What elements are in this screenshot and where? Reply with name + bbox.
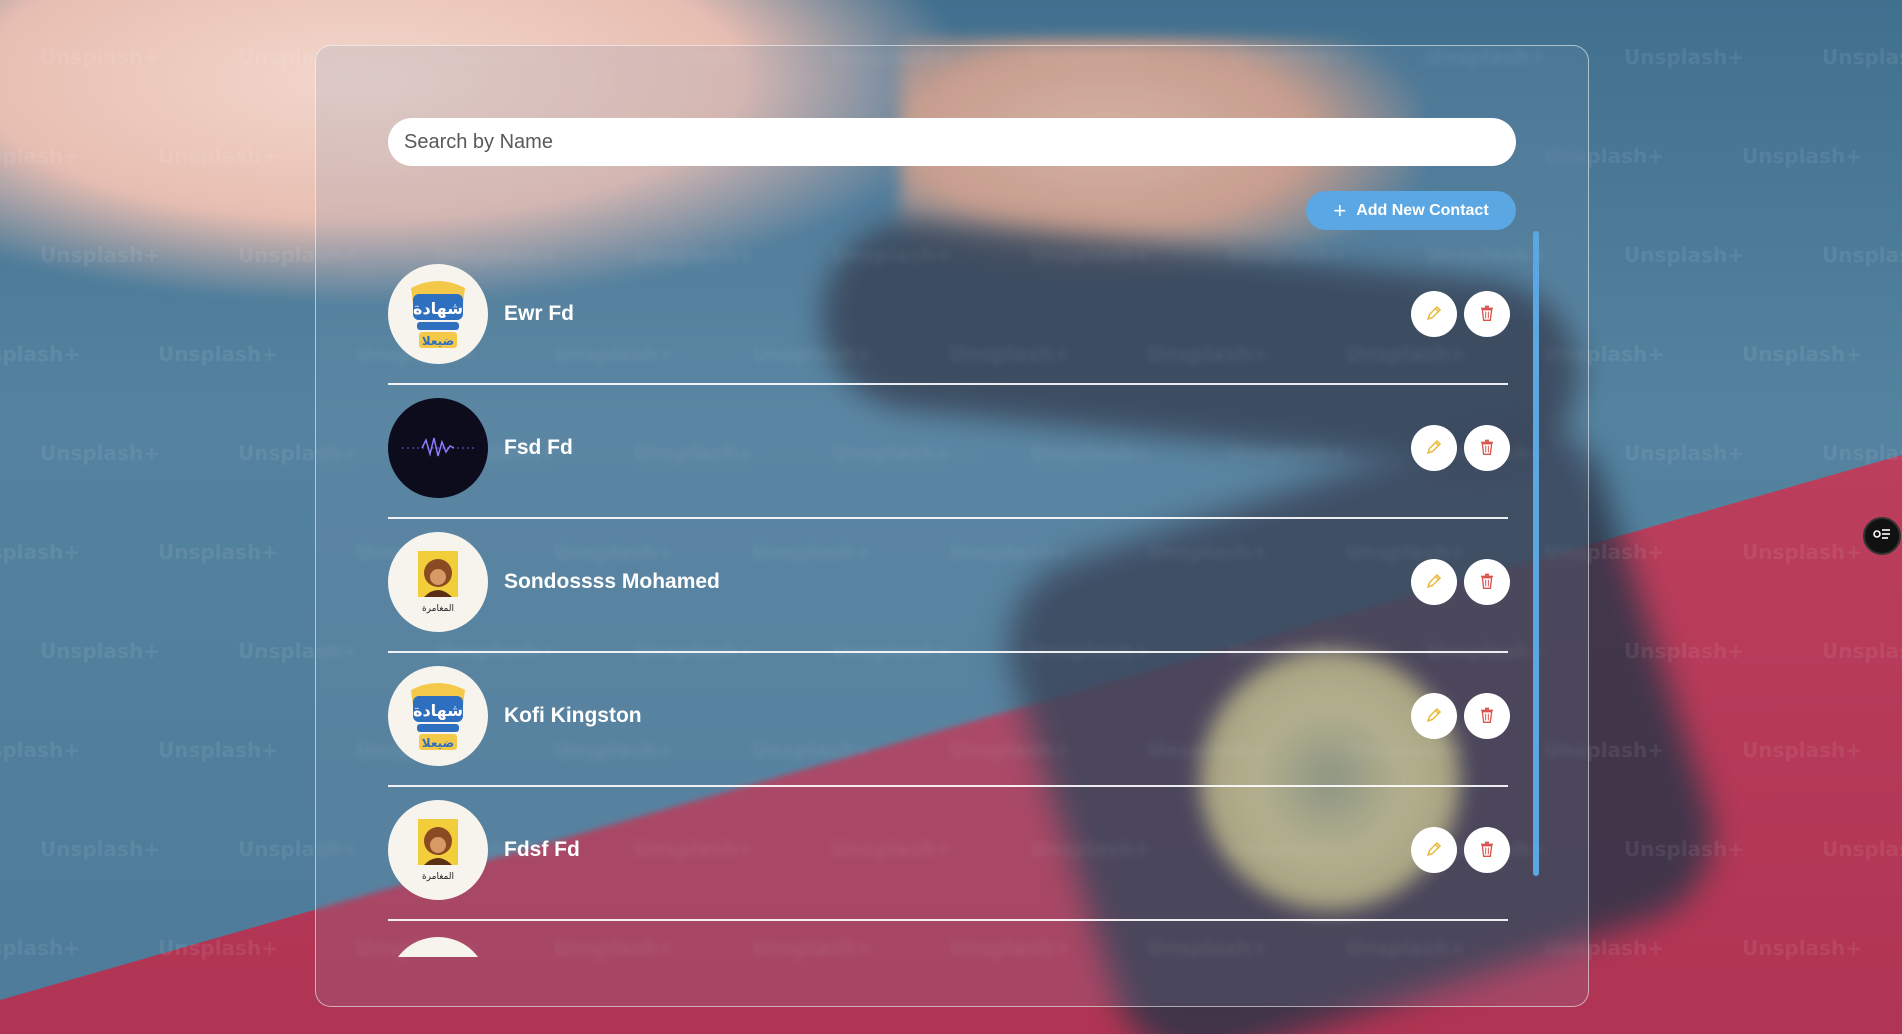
svg-text:ضيعلا: ضيعلا: [422, 736, 454, 750]
watermark-text: Unsplash+: [1822, 837, 1902, 861]
watermark-text: Unsplash+: [40, 441, 160, 465]
svg-text:ﺍﻟﻤﻐﺎﻣﺮﺓ: ﺍﻟﻤﻐﺎﻣﺮﺓ: [422, 604, 454, 614]
watermark-text: Unsplash+: [0, 342, 80, 366]
contact-name: Ewr Fd: [504, 302, 575, 326]
watermark-text: Unsplash+: [0, 738, 80, 762]
pencil-icon: [1425, 304, 1443, 325]
trash-icon: [1479, 304, 1495, 325]
watermark-text: Unsplash+: [40, 837, 160, 861]
delete-button[interactable]: [1464, 425, 1510, 472]
contact-row: ﺍﻟﻤﻐﺎﻣﺮﺓ Fdsf Fd: [388, 787, 1510, 921]
watermark-text: Unsplash+: [158, 936, 278, 960]
toggle-menu-icon: [1872, 526, 1892, 547]
trash-icon: [1479, 572, 1495, 593]
contact-row: شهادة ضيعلا Kofi Kingston: [388, 653, 1510, 787]
pencil-icon: [1425, 572, 1443, 593]
edit-button[interactable]: [1411, 559, 1457, 606]
watermark-text: Unsplash+: [1742, 144, 1862, 168]
pencil-icon: [1425, 706, 1443, 727]
avatar: ﺍﻟﻤﻐﺎﻣﺮﺓ: [388, 800, 488, 901]
floating-menu-button[interactable]: [1863, 517, 1901, 555]
watermark-text: Unsplash+: [40, 45, 160, 69]
svg-text:ﺍﻟﻤﻐﺎﻣﺮﺓ: ﺍﻟﻤﻐﺎﻣﺮﺓ: [422, 872, 454, 882]
watermark-text: Unsplash+: [0, 936, 80, 960]
list-scrollbar[interactable]: [1533, 231, 1539, 876]
add-contact-label: Add New Contact: [1356, 201, 1489, 219]
watermark-text: Unsplash+: [158, 342, 278, 366]
edit-button[interactable]: [1411, 693, 1457, 740]
plus-icon: +: [1333, 197, 1347, 223]
contact-name: Kofi Kingston: [504, 704, 642, 728]
avatar: ﺍﻟﻤﻐﺎﻣﺮﺓ: [388, 532, 488, 633]
watermark-text: Unsplash+: [158, 738, 278, 762]
pencil-icon: [1425, 438, 1443, 459]
avatar: شهادة ضيعلا: [388, 264, 488, 365]
watermark-text: Unsplash+: [1822, 243, 1902, 267]
trash-icon: [1479, 438, 1495, 459]
avatar: [388, 937, 488, 957]
watermark-text: Unsplash+: [1822, 45, 1902, 69]
add-contact-button[interactable]: + Add New Contact: [1306, 191, 1516, 230]
contact-row: شهادة ضيعلا Ewr Fd: [388, 251, 1510, 385]
pencil-icon: [1425, 840, 1443, 861]
contact-name: Fdsf Fd: [504, 838, 580, 862]
contact-row: Fsd Fd: [388, 385, 1510, 519]
edit-button[interactable]: [1411, 425, 1457, 472]
watermark-text: Unsplash+: [0, 540, 80, 564]
avatar: [388, 398, 488, 499]
watermark-text: Unsplash+: [0, 144, 80, 168]
delete-button[interactable]: [1464, 559, 1510, 606]
watermark-text: Unsplash+: [40, 639, 160, 663]
search-input[interactable]: [388, 118, 1516, 166]
watermark-text: Unsplash+: [1624, 45, 1744, 69]
watermark-text: Unsplash+: [1742, 342, 1862, 366]
watermark-text: Unsplash+: [158, 144, 278, 168]
watermark-text: Unsplash+: [1742, 738, 1862, 762]
delete-button[interactable]: [1464, 827, 1510, 874]
delete-button[interactable]: [1464, 291, 1510, 338]
edit-button[interactable]: [1411, 827, 1457, 874]
svg-text:شهادة: شهادة: [413, 701, 463, 720]
avatar: شهادة ضيعلا: [388, 666, 488, 767]
svg-text:شهادة: شهادة: [413, 299, 463, 318]
watermark-text: Unsplash+: [1624, 441, 1744, 465]
contact-list[interactable]: شهادة ضيعلا Ewr Fd Fsd Fd ﺍﻟﻤﻐﺎﻣﺮﺓ Sondo…: [388, 251, 1516, 957]
watermark-text: Unsplash+: [1822, 639, 1902, 663]
trash-icon: [1479, 706, 1495, 727]
contact-name: Fsd Fd: [504, 436, 573, 460]
watermark-text: Unsplash+: [1624, 639, 1744, 663]
watermark-text: Unsplash+: [1742, 936, 1862, 960]
delete-button[interactable]: [1464, 693, 1510, 740]
edit-button[interactable]: [1411, 291, 1457, 338]
watermark-text: Unsplash+: [40, 243, 160, 267]
contact-name: Sondossss Mohamed: [504, 570, 720, 594]
contacts-panel: + Add New Contact شهادة ضيعلا Ewr Fd: [315, 45, 1589, 1007]
watermark-text: Unsplash+: [1624, 837, 1744, 861]
watermark-text: Unsplash+: [1822, 441, 1902, 465]
trash-icon: [1479, 840, 1495, 861]
contact-row: ﺍﻟﻤﻐﺎﻣﺮﺓ Sondossss Mohamed: [388, 519, 1510, 653]
watermark-text: Unsplash+: [158, 540, 278, 564]
watermark-text: Unsplash+: [1742, 540, 1862, 564]
watermark-text: Unsplash+: [1624, 243, 1744, 267]
contact-row: [388, 921, 1508, 957]
svg-text:ضيعلا: ضيعلا: [422, 334, 454, 348]
